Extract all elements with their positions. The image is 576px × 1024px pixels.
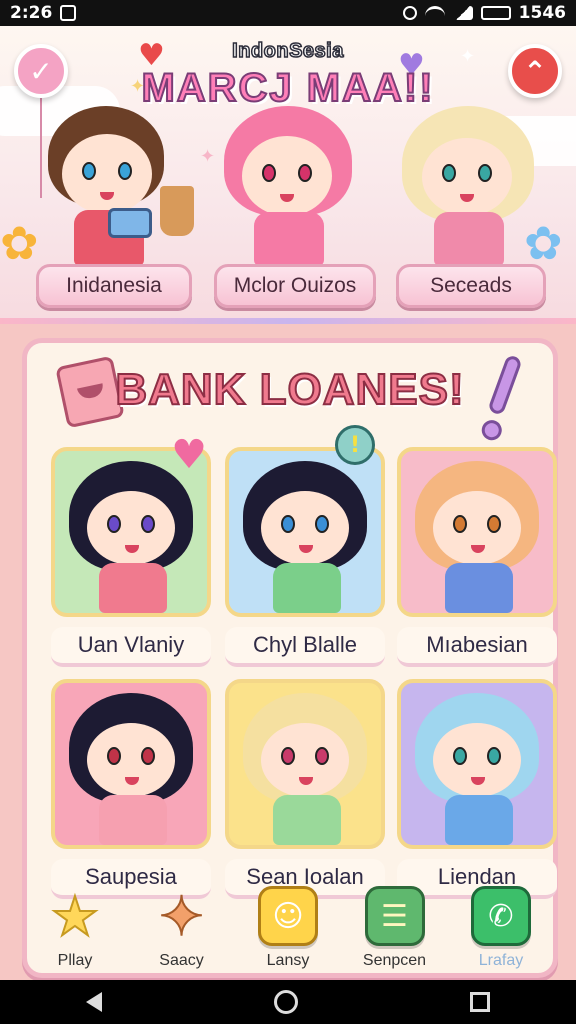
character-eye — [107, 515, 121, 533]
character-body — [273, 795, 341, 845]
android-nav-bar — [0, 980, 576, 1024]
character-face — [261, 491, 349, 565]
heart-icon: ♥ — [171, 432, 207, 478]
back-icon[interactable] — [86, 992, 102, 1012]
character-eye — [453, 515, 467, 533]
nav-item-saacy[interactable]: ✦ Saacy — [137, 884, 227, 978]
cookie-icon: ✦ — [158, 884, 205, 949]
wifi-icon — [424, 6, 445, 20]
nav-item-lansy[interactable]: ☺ Lansy — [243, 886, 333, 978]
ghost-icon: ☺ — [258, 886, 318, 946]
character-eye — [141, 747, 155, 765]
hero-button-seceads[interactable]: Seceads — [396, 264, 546, 308]
bottom-nav: ★ Pllay ✦ Saacy ☺ Lansy ☰ Senpcen ✆ Lraf… — [30, 884, 546, 978]
flower-icon: ✿ — [524, 216, 563, 270]
bank-loans-panel: BANK LOANES! Uan Vlaniy Chyl Blalle Mıabes… — [22, 338, 558, 978]
sparkle-icon: ✦ — [200, 146, 216, 167]
character-face — [261, 723, 349, 797]
character-eye — [487, 747, 501, 765]
exclamation-badge-icon: ! — [335, 425, 375, 465]
hero-character-1 — [38, 106, 178, 266]
home-icon[interactable] — [274, 990, 298, 1014]
character-body — [273, 563, 341, 613]
character-card[interactable] — [51, 679, 211, 849]
status-time: 2:26 — [10, 3, 53, 23]
character-eye — [281, 747, 295, 765]
hero-button-indonesia[interactable]: Inidanesia — [36, 264, 192, 308]
download-icon — [60, 5, 77, 21]
character-face — [87, 491, 175, 565]
character-eye — [141, 515, 155, 533]
character-card[interactable] — [225, 447, 385, 617]
nav-label: Senpcen — [362, 952, 427, 969]
character-eye — [487, 515, 501, 533]
flower-icon: ✿ — [0, 216, 39, 270]
alarm-icon — [402, 6, 417, 20]
character-body — [445, 795, 513, 845]
character-card[interactable] — [225, 679, 385, 849]
character-face — [433, 491, 521, 565]
nav-item-senpcen[interactable]: ☰ Senpcen — [350, 886, 440, 978]
status-battery: 1546 — [518, 3, 566, 23]
character-name[interactable]: Mıabesian — [397, 627, 557, 667]
divider — [0, 318, 576, 324]
character-face — [433, 723, 521, 797]
character-body — [99, 795, 167, 845]
character-eye — [315, 515, 329, 533]
character-card[interactable] — [397, 679, 557, 849]
recent-apps-icon[interactable] — [470, 992, 490, 1012]
hero-button-color-quizzes[interactable]: Mclor Ouizos — [214, 264, 376, 308]
character-eye — [315, 747, 329, 765]
character-eye — [107, 747, 121, 765]
character-eye — [453, 747, 467, 765]
character-eye — [281, 515, 295, 533]
status-bar: 2:26 1546 — [0, 0, 576, 26]
hero-area: ✓ ⌃ ✦ ✦ ✦ ♥ ♥ IndonSesia MARCJ MAA!! ✿ ✿… — [0, 26, 576, 318]
battery-icon — [480, 6, 511, 20]
nav-label: Lansy — [266, 952, 310, 969]
hero-character-3 — [398, 106, 538, 266]
nav-label: Lrafay — [478, 952, 524, 969]
panel-title: BANK LOANES! — [114, 364, 465, 415]
nav-label: Saacy — [159, 952, 204, 969]
character-name[interactable]: Uan Vlaniy — [51, 627, 211, 667]
character-body — [445, 563, 513, 613]
character-body — [99, 563, 167, 613]
nav-label: Pllay — [57, 952, 93, 969]
notebook-icon: ☰ — [364, 886, 425, 946]
game-console-icon — [108, 208, 152, 238]
hero-character-2 — [218, 106, 358, 266]
phone-icon: ✆ — [471, 886, 531, 946]
character-card[interactable] — [397, 447, 557, 617]
nav-item-lrafay[interactable]: ✆ Lrafay — [456, 886, 546, 978]
game-title: MARCJ MAA!! — [140, 65, 435, 111]
nav-item-play[interactable]: ★ Pllay — [30, 884, 120, 978]
signal-icon — [452, 6, 473, 20]
star-icon: ★ — [50, 884, 100, 949]
ice-cream-icon — [160, 186, 194, 236]
character-face — [87, 723, 175, 797]
game-subtitle: IndonSesia — [231, 39, 344, 63]
character-name[interactable]: Chyl Blalle — [225, 627, 385, 667]
